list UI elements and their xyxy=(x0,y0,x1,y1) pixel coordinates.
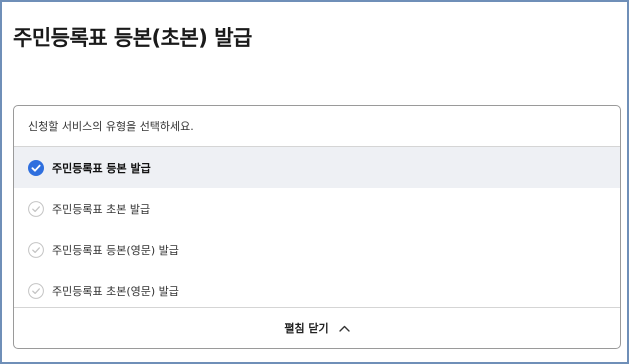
collapse-toggle-label: 펼침 닫기 xyxy=(284,322,329,335)
option-label: 주민등록표 등본(영문) 발급 xyxy=(52,243,179,257)
option-resident-copy[interactable]: 주민등록표 등본 발급 xyxy=(14,147,620,188)
option-resident-abstract[interactable]: 주민등록표 초본 발급 xyxy=(14,188,620,229)
option-resident-copy-english[interactable]: 주민등록표 등본(영문) 발급 xyxy=(14,229,620,270)
page-title: 주민등록표 등본(초본) 발급 xyxy=(13,26,252,50)
selection-prompt: 신청할 서비스의 유형을 선택하세요. xyxy=(14,106,620,147)
check-circle-outline-icon xyxy=(28,282,44,299)
option-label: 주민등록표 등본 발급 xyxy=(52,161,151,175)
service-type-panel: 신청할 서비스의 유형을 선택하세요. 주민등록표 등본 발급 주민등록표 초본… xyxy=(13,105,621,349)
option-label: 주민등록표 초본 발급 xyxy=(52,202,151,216)
collapse-toggle-button[interactable]: 펼침 닫기 xyxy=(14,307,620,348)
option-resident-abstract-english[interactable]: 주민등록표 초본(영문) 발급 xyxy=(14,270,620,311)
check-circle-outline-icon xyxy=(28,200,44,217)
window-frame: 주민등록표 등본(초본) 발급 신청할 서비스의 유형을 선택하세요. 주민등록… xyxy=(0,0,629,364)
option-label: 주민등록표 초본(영문) 발급 xyxy=(52,284,179,298)
check-circle-filled-icon xyxy=(28,159,44,176)
chevron-up-icon xyxy=(338,325,350,332)
check-circle-outline-icon xyxy=(28,241,44,258)
